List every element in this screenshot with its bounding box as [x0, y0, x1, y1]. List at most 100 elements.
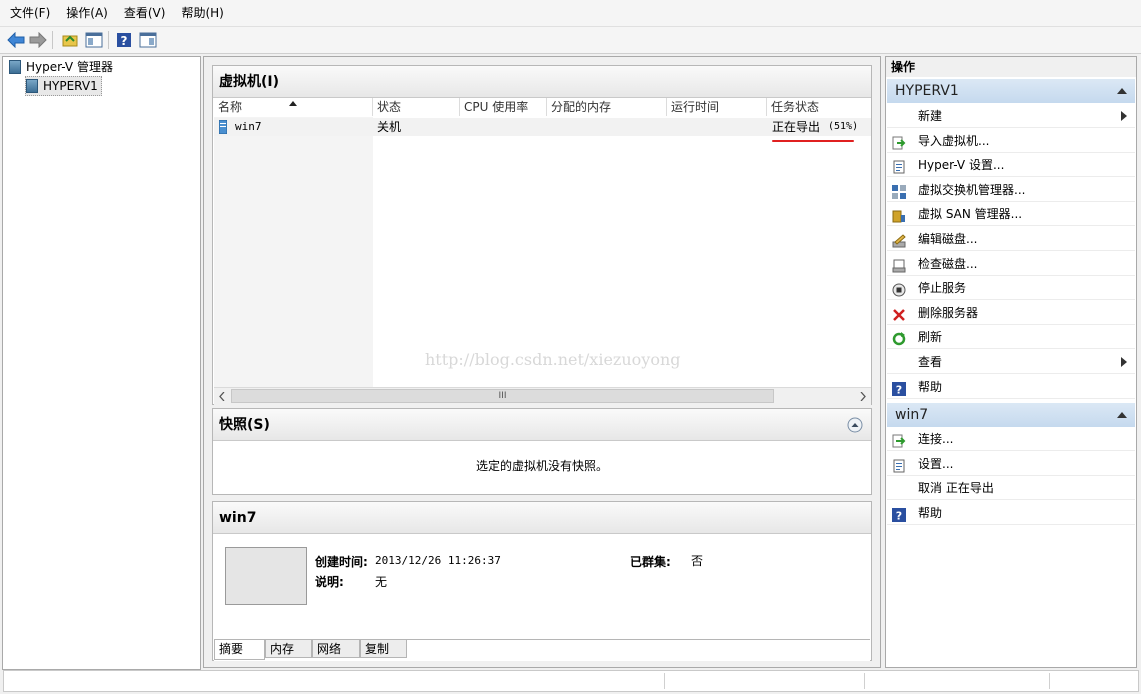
watermark: http://blog.csdn.net/xiezuoyong	[425, 350, 681, 369]
status-divider	[864, 673, 865, 689]
menu-view[interactable]: 查看(V)	[118, 0, 172, 26]
server-action-item[interactable]: 查看	[887, 350, 1135, 374]
virtual-machines-panel: 虚拟机(I) 名称 状态 CPU 使用率 分配的内存 运行时间 任务状态 win…	[212, 65, 872, 405]
menu-help[interactable]: 帮助(H)	[175, 0, 229, 26]
toolbar-separator	[52, 31, 53, 49]
vm-state: 关机	[377, 120, 402, 134]
created-value: 2013/12/26 11:26:37	[375, 554, 501, 567]
svg-text:?: ?	[896, 509, 902, 522]
actions-pane: 操作 HYPERV1 新建导入虚拟机... Hyper-V 设置... 虚拟交换机管…	[885, 56, 1137, 668]
action-label: 新建	[918, 109, 943, 123]
action-label: 检查磁盘...	[918, 256, 978, 271]
up-folder-button[interactable]	[60, 30, 80, 50]
scroll-left-button[interactable]	[214, 388, 230, 404]
column-header-uptime[interactable]: 运行时间	[667, 98, 767, 116]
forward-button[interactable]	[28, 30, 48, 50]
server-icon	[26, 79, 38, 93]
help-button[interactable]: ?	[114, 30, 134, 50]
status-divider	[664, 673, 665, 689]
collapse-button[interactable]	[847, 417, 863, 433]
server-action-item[interactable]: 删除服务器	[887, 301, 1135, 325]
action-label: 编辑磁盘...	[918, 232, 978, 246]
section-header-hyperv1[interactable]: HYPERV1	[887, 79, 1135, 103]
clustered-label: 已群集:	[630, 555, 671, 569]
description-label: 说明:	[315, 575, 344, 589]
column-header-cpu[interactable]: CPU 使用率	[460, 98, 547, 116]
details-tabs: 摘要 内存 网络 复制	[214, 639, 870, 661]
no-icon	[892, 481, 906, 495]
toolbar: ?	[0, 27, 1141, 54]
tab-network[interactable]: 网络	[312, 640, 360, 658]
column-header-name[interactable]: 名称	[214, 98, 373, 116]
server-action-item[interactable]: 导入虚拟机...	[887, 129, 1135, 153]
back-button[interactable]	[6, 30, 26, 50]
name-column-bg	[214, 117, 373, 387]
vm-thumbnail	[225, 547, 307, 605]
section-header-win7[interactable]: win7	[887, 403, 1135, 427]
column-header-task-status[interactable]: 任务状态	[767, 98, 871, 116]
san-icon	[892, 207, 906, 223]
vm-action-item[interactable]: 取消 正在导出	[887, 476, 1135, 501]
server-action-item[interactable]: 检查磁盘...	[887, 252, 1135, 276]
vm-action-item[interactable]: ? 帮助	[887, 501, 1135, 525]
tab-memory[interactable]: 内存	[265, 640, 312, 658]
collapse-triangle-icon	[1117, 88, 1127, 94]
show-hide-action-pane-button[interactable]	[138, 30, 158, 50]
action-label: 连接...	[918, 432, 954, 446]
svg-text:?: ?	[121, 34, 128, 48]
toolbar-separator	[108, 31, 109, 49]
back-arrow-icon	[7, 32, 25, 48]
vm-action-item[interactable]: 连接...	[887, 427, 1135, 451]
console-tree-icon	[85, 32, 103, 48]
tree-item-label: Hyper-V 管理器	[26, 60, 113, 74]
server-action-item[interactable]: ? 帮助	[887, 375, 1135, 399]
action-label: 帮助	[918, 505, 943, 520]
vm-name: win7	[235, 120, 262, 133]
forward-arrow-icon	[29, 32, 47, 48]
show-hide-tree-button[interactable]	[84, 30, 104, 50]
menu-action[interactable]: 操作(A)	[60, 0, 114, 26]
table-row[interactable]: win7 关机 正在导出 (51%)	[214, 118, 871, 136]
actions-title: 操作	[886, 57, 1136, 77]
help-icon: ?	[892, 506, 906, 522]
clustered-value: 否	[691, 554, 704, 568]
server-action-item[interactable]: 新建	[887, 104, 1135, 128]
connect-icon	[892, 432, 906, 448]
action-label: 停止服务	[918, 281, 967, 296]
server-action-item[interactable]: 编辑磁盘...	[887, 227, 1135, 251]
scroll-thumb[interactable]: III	[231, 389, 774, 403]
submenu-arrow-icon	[1121, 111, 1127, 121]
submenu-arrow-icon	[1121, 357, 1127, 367]
tab-summary[interactable]: 摘要	[214, 640, 265, 660]
help-book-icon: ?	[117, 33, 131, 48]
tab-replication[interactable]: 复制	[360, 640, 407, 658]
action-label: 删除服务器	[918, 305, 979, 320]
scroll-right-button[interactable]	[855, 388, 871, 404]
vm-icon	[219, 120, 227, 134]
horizontal-scrollbar[interactable]: III	[214, 387, 871, 405]
server-action-item[interactable]: 停止服务	[887, 276, 1135, 301]
server-action-item[interactable]: Hyper-V 设置...	[887, 153, 1135, 178]
tree-item-hyperv1[interactable]: HYPERV1	[25, 76, 102, 96]
created-label: 创建时间:	[315, 555, 368, 569]
action-pane-icon	[139, 32, 157, 48]
action-label: 导入虚拟机...	[918, 133, 990, 148]
no-icon	[892, 355, 906, 369]
sort-ascending-icon	[289, 101, 297, 106]
menu-file[interactable]: 文件(F)	[4, 0, 56, 26]
panel-title: win7	[213, 502, 871, 534]
vm-task-status: 正在导出	[772, 120, 821, 134]
delete-icon	[892, 306, 906, 321]
column-header-memory[interactable]: 分配的内存	[547, 98, 667, 116]
details-panel: win7 创建时间: 2013/12/26 11:26:37 已群集: 否 说明…	[212, 501, 872, 661]
vm-action-item[interactable]: 设置...	[887, 452, 1135, 476]
action-label: 帮助	[918, 379, 943, 394]
server-action-item[interactable]: 虚拟交换机管理器...	[887, 178, 1135, 202]
navigation-tree: Hyper-V 管理器 HYPERV1	[2, 56, 201, 670]
server-action-item[interactable]: 刷新	[887, 325, 1135, 350]
server-action-item[interactable]: 虚拟 SAN 管理器...	[887, 202, 1135, 227]
tree-item-hyperv-manager[interactable]: Hyper-V 管理器	[9, 58, 113, 76]
refresh-icon	[892, 330, 906, 346]
column-header-state[interactable]: 状态	[373, 98, 460, 116]
snapshots-panel: 快照(S) 选定的虚拟机没有快照。	[212, 408, 872, 495]
